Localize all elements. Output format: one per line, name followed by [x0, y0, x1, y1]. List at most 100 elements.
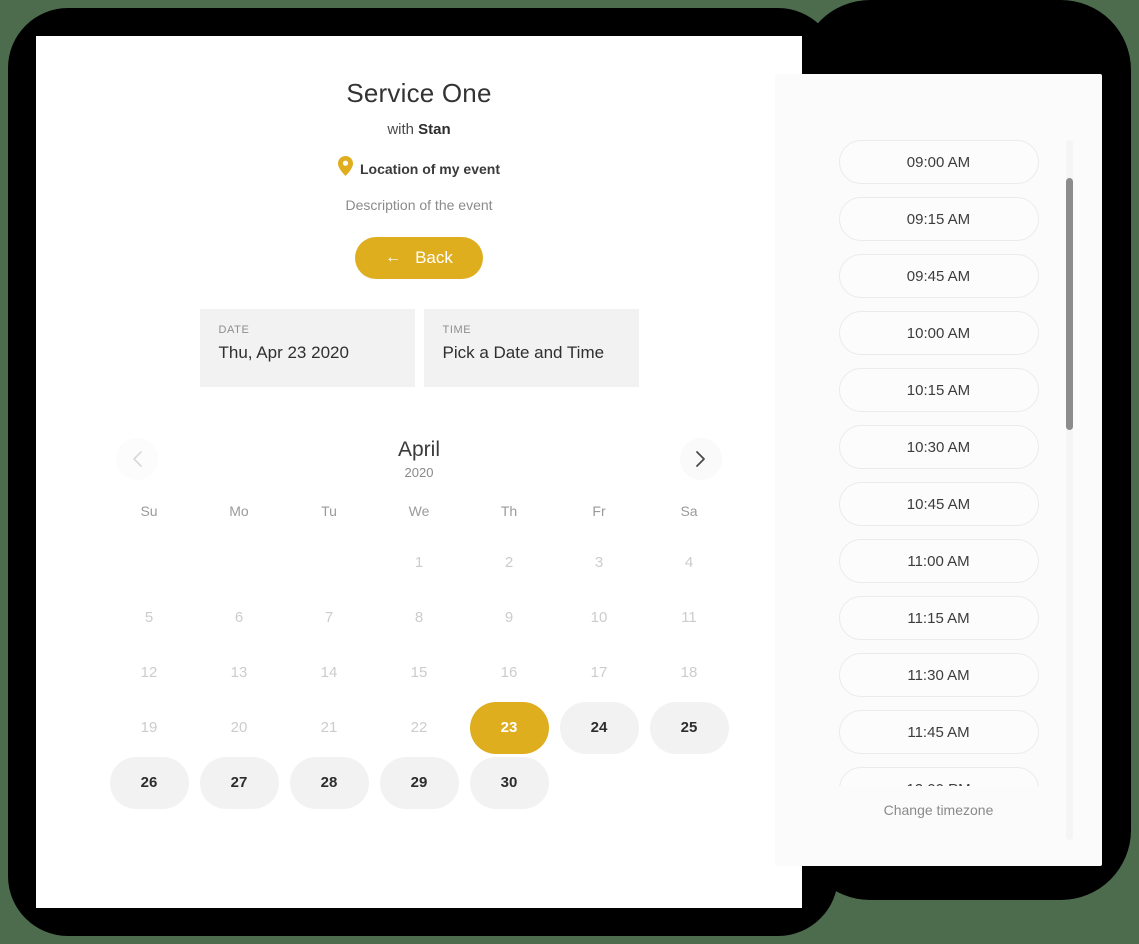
- change-timezone-link[interactable]: Change timezone: [775, 802, 1102, 818]
- calendar-day-cell: 15: [374, 645, 464, 700]
- calendar-empty-cell: [104, 535, 194, 590]
- time-slot[interactable]: 09:00 AM: [838, 140, 1039, 184]
- calendar-day-16: 16: [500, 664, 518, 681]
- time-slot-panel: 09:00 AM 09:15 AM 09:45 AM 10:00 AM 10:15 AM…: [775, 74, 1102, 866]
- calendar-day-9: 9: [504, 609, 514, 626]
- calendar-day-21: 21: [320, 719, 338, 736]
- calendar-day-18: 18: [680, 664, 698, 681]
- time-slot[interactable]: 10:45 AM: [838, 482, 1039, 526]
- time-slot[interactable]: 10:30 AM: [838, 425, 1039, 469]
- calendar-day-grid: 1 2 3 4 5 6 7 8 9 10 11 12 13 14 15 16 17 18 19 20 21 22 23 24 2…: [104, 535, 734, 810]
- calendar-next-month-button[interactable]: [679, 438, 722, 480]
- calendar-day-cell: 17: [554, 645, 644, 700]
- calendar-month: April: [397, 438, 440, 462]
- time-slot[interactable]: 10:15 AM: [838, 368, 1039, 412]
- calendar-day-cell: 3: [554, 535, 644, 590]
- time-slot[interactable]: 11:15 AM: [838, 596, 1039, 640]
- time-slot-scrollbar-thumb[interactable]: [1066, 178, 1073, 430]
- calendar-weekday-sa: Sa: [680, 503, 698, 519]
- time-slot[interactable]: 12:00 PM: [838, 767, 1039, 786]
- time-slot[interactable]: 11:00 AM: [838, 539, 1039, 583]
- calendar-day-7: 7: [324, 609, 334, 626]
- calendar-day-cell: 14: [284, 645, 374, 700]
- calendar-day-cell: 16: [464, 645, 554, 700]
- calendar-day-cell: 27: [194, 755, 284, 810]
- calendar-day-cell: 10: [554, 590, 644, 645]
- date-summary-value: Thu, Apr 23 2020: [218, 343, 349, 362]
- calendar-day-3: 3: [594, 554, 604, 571]
- calendar-empty-cell: [284, 535, 374, 590]
- calendar-day-20: 20: [230, 719, 248, 736]
- calendar-day-14: 14: [320, 664, 338, 681]
- calendar-day-cell: 13: [194, 645, 284, 700]
- time-slot[interactable]: 09:15 AM: [838, 197, 1039, 241]
- summary-row: DATE Thu, Apr 23 2020 TIME Pick a Date a…: [36, 309, 802, 387]
- calendar-day-10: 10: [590, 609, 608, 626]
- calendar-day-17: 17: [590, 664, 608, 681]
- calendar-weekday-mo: Mo: [229, 503, 249, 519]
- chevron-left-icon: [132, 450, 143, 468]
- host-name: Stan: [418, 121, 451, 138]
- calendar-weekday-th: Th: [500, 503, 518, 519]
- calendar: April 2020 Su Mo Tu We Th Fr Sa 1 2 3 4 5 6 7 8 9 10 11 1…: [104, 429, 734, 810]
- calendar-day-cell: 28: [284, 755, 374, 810]
- calendar-day-cell: 6: [194, 590, 284, 645]
- back-button[interactable]: ← Back: [355, 237, 483, 279]
- calendar-day-30[interactable]: 30: [469, 756, 549, 809]
- calendar-day-cell: 12: [104, 645, 194, 700]
- date-summary-card[interactable]: DATE Thu, Apr 23 2020: [199, 309, 415, 387]
- calendar-day-cell: 26: [104, 755, 194, 810]
- calendar-day-13: 13: [230, 664, 248, 681]
- calendar-day-cell: 9: [464, 590, 554, 645]
- time-slot[interactable]: 10:00 AM: [838, 311, 1039, 355]
- calendar-day-2: 2: [504, 554, 514, 571]
- calendar-day-cell: 18: [644, 645, 734, 700]
- calendar-day-cell: 29: [374, 755, 464, 810]
- calendar-day-cell: 2: [464, 535, 554, 590]
- calendar-day-11: 11: [681, 609, 697, 626]
- page-title: Service One: [346, 78, 492, 108]
- calendar-header: April 2020: [104, 429, 734, 489]
- calendar-title: April 2020: [398, 438, 440, 479]
- time-slot[interactable]: 11:45 AM: [838, 710, 1039, 754]
- calendar-weekday-tu: Tu: [321, 503, 337, 519]
- calendar-weekday-su: Su: [140, 503, 158, 519]
- calendar-day-25[interactable]: 25: [649, 701, 729, 754]
- calendar-day-5: 5: [144, 609, 154, 626]
- calendar-day-27[interactable]: 27: [199, 756, 279, 809]
- calendar-day-19: 19: [140, 719, 158, 736]
- time-slot[interactable]: 11:30 AM: [838, 653, 1039, 697]
- calendar-day-26[interactable]: 26: [109, 756, 189, 809]
- event-description: Description of the event: [345, 197, 493, 213]
- calendar-day-cell: 11: [644, 590, 734, 645]
- calendar-day-cell: 5: [104, 590, 194, 645]
- calendar-day-23[interactable]: 23: [469, 701, 549, 754]
- calendar-day-8: 8: [414, 609, 424, 626]
- calendar-day-28[interactable]: 28: [289, 756, 369, 809]
- time-slot-list: 09:00 AM 09:15 AM 09:45 AM 10:00 AM 10:15 AM…: [775, 74, 1102, 786]
- date-summary-label: DATE: [218, 324, 250, 336]
- time-slot[interactable]: 09:45 AM: [838, 254, 1039, 298]
- calendar-day-cell: 20: [194, 700, 284, 755]
- calendar-day-4: 4: [684, 554, 694, 571]
- calendar-day-cell: 30: [464, 755, 554, 810]
- calendar-day-cell: 19: [104, 700, 194, 755]
- calendar-day-12: 12: [140, 664, 158, 681]
- calendar-day-cell: 21: [284, 700, 374, 755]
- arrow-left-icon: ←: [385, 249, 402, 266]
- chevron-right-icon: [695, 450, 706, 468]
- calendar-day-24[interactable]: 24: [559, 701, 639, 754]
- calendar-day-cell: 23: [464, 700, 554, 755]
- calendar-day-29[interactable]: 29: [379, 756, 459, 809]
- calendar-weekday-header: Su Mo Tu We Th Fr Sa: [104, 503, 734, 519]
- time-summary-card[interactable]: TIME Pick a Date and Time: [423, 309, 639, 387]
- calendar-day-cell: 24: [554, 700, 644, 755]
- calendar-weekday-we: We: [408, 503, 430, 519]
- calendar-day-1: 1: [414, 554, 424, 571]
- calendar-day-cell: 7: [284, 590, 374, 645]
- host-line: with Stan: [36, 121, 802, 138]
- calendar-day-cell: 8: [374, 590, 464, 645]
- calendar-empty-cell: [194, 535, 284, 590]
- calendar-prev-month-button[interactable]: [116, 438, 158, 480]
- calendar-day-cell: 1: [374, 535, 464, 590]
